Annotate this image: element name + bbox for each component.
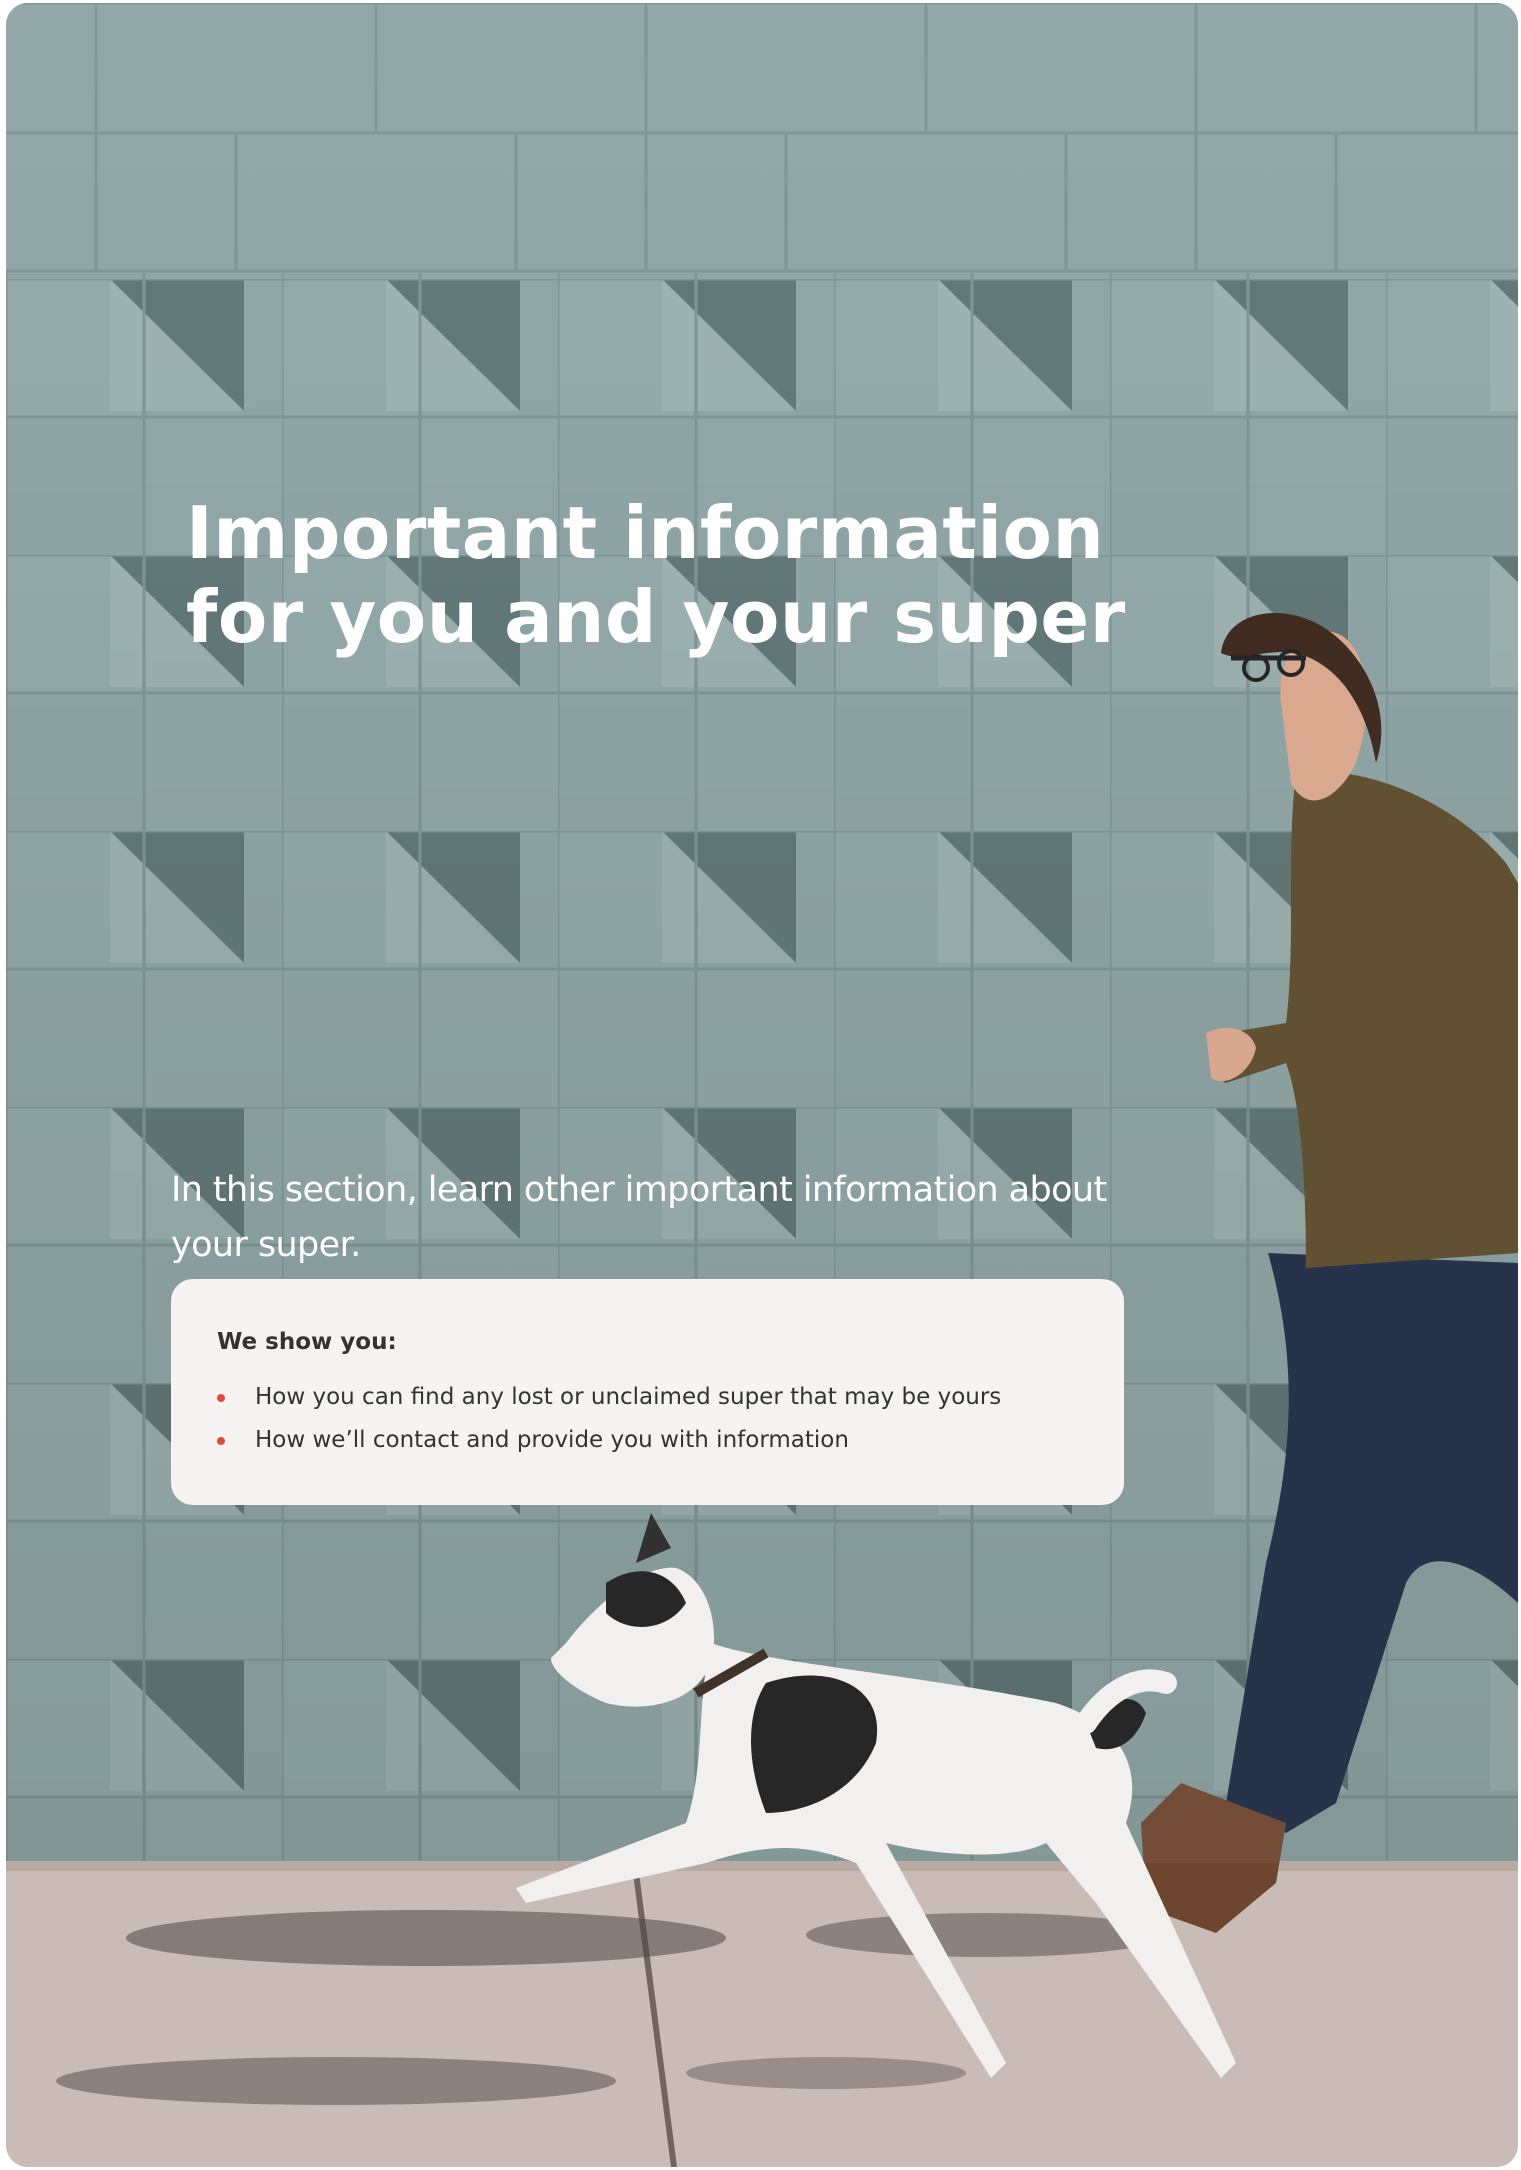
page-title-line-1: Important information bbox=[186, 491, 1105, 575]
summary-card-heading: We show you: bbox=[217, 1329, 397, 1355]
list-item-text: How we’ll contact and provide you with i… bbox=[255, 1427, 849, 1453]
cover-page: Important information for you and your s… bbox=[6, 3, 1518, 2167]
section-intro: In this section, learn other important i… bbox=[171, 1170, 1107, 1265]
background-photo bbox=[6, 3, 1518, 2167]
bullet-icon bbox=[217, 1394, 225, 1402]
bullet-icon bbox=[217, 1437, 225, 1445]
page-title-line-2: for you and your super bbox=[186, 575, 1126, 659]
list-item: How we’ll contact and provide you with i… bbox=[217, 1419, 1078, 1462]
list-item: How you can find any lost or unclaimed s… bbox=[217, 1376, 1078, 1419]
list-item-text: How you can find any lost or unclaimed s… bbox=[255, 1384, 1002, 1410]
summary-list: How you can find any lost or unclaimed s… bbox=[217, 1376, 1078, 1462]
page-title: Important information for you and your s… bbox=[186, 491, 1146, 659]
summary-card: We show you: How you can find any lost o… bbox=[171, 1279, 1124, 1505]
